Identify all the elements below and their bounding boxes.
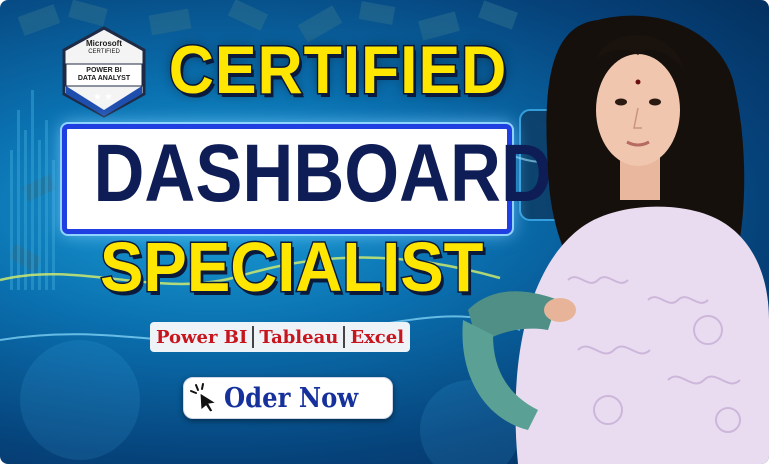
- tool-power-bi: Power BI: [156, 326, 248, 348]
- tools-strip: Power BI Tableau Excel: [150, 322, 411, 352]
- headline-dashboard: DASHBOARD: [93, 128, 552, 219]
- order-now-button[interactable]: Oder Now: [183, 377, 393, 419]
- person-illustration: [462, 15, 769, 464]
- certification-badge: Microsoft CERTIFIED POWER BI DATA ANALYS…: [58, 26, 150, 118]
- tool-excel: Excel: [350, 326, 405, 348]
- badge-line1: POWER BI: [86, 67, 122, 74]
- tool-separator: [252, 326, 255, 348]
- tool-separator: [343, 326, 346, 348]
- badge-line2: DATA ANALYST: [77, 75, 131, 83]
- badge-brand: Microsoft CERTIFIED: [58, 39, 150, 55]
- badge-stars: ★★: [93, 92, 115, 103]
- badge-certified-label: CERTIFIED: [88, 48, 120, 55]
- cursor-click-icon: [190, 383, 218, 413]
- thumbnail-canvas: DA Microsoft CERTIFIED POWER BI DATA ANA…: [0, 0, 769, 464]
- badge-brand-name: Microsoft: [86, 39, 122, 48]
- headline-specialist: SPECIALIST: [99, 227, 485, 308]
- badge-title: POWER BI DATA ANALYST: [58, 67, 150, 83]
- order-now-label: Oder Now: [224, 382, 359, 414]
- tool-tableau: Tableau: [259, 326, 339, 348]
